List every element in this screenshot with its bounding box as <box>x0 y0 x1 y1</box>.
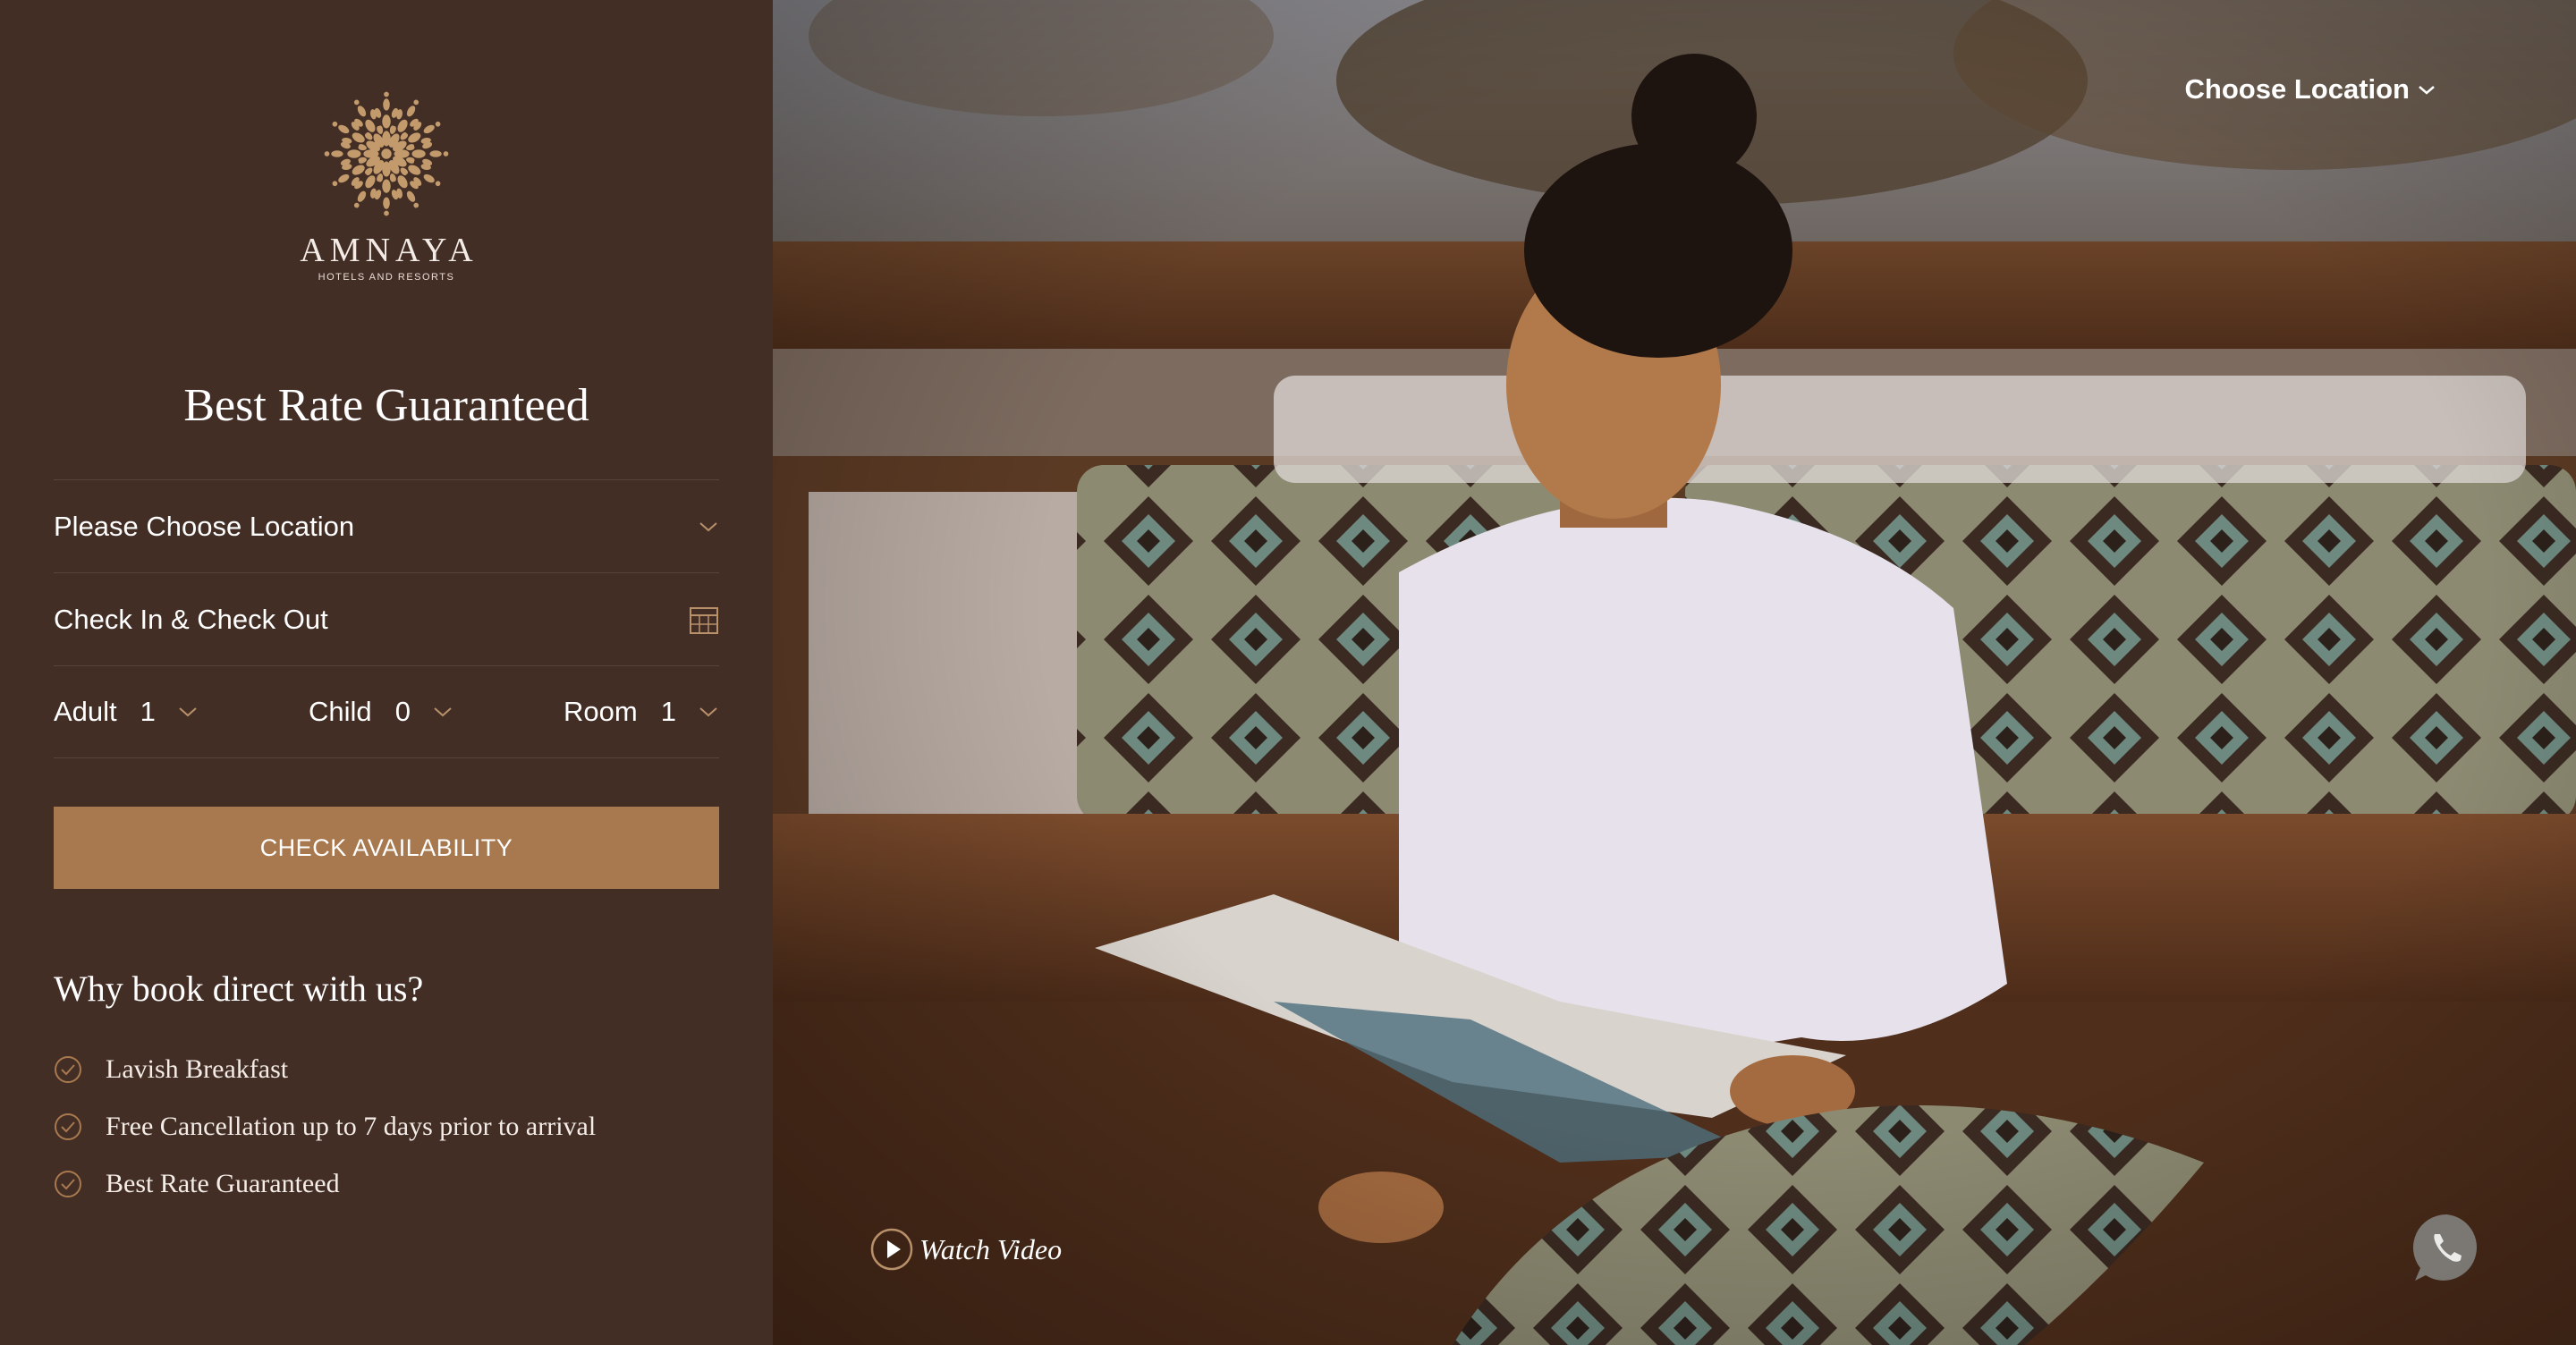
benefit-item: Lavish Breakfast <box>54 1041 596 1098</box>
benefit-text: Lavish Breakfast <box>106 1054 289 1084</box>
child-value: 0 <box>394 696 411 727</box>
guest-selectors: Adult 1 Child 0 Room 1 <box>54 696 719 728</box>
check-availability-button[interactable]: CHECK AVAILABILITY <box>54 807 719 889</box>
booking-headline: Best Rate Guaranteed <box>183 380 589 431</box>
chevron-down-icon <box>699 707 717 717</box>
mandala-logo-icon <box>324 91 449 216</box>
benefit-item: Free Cancellation up to 7 days prior to … <box>54 1098 596 1155</box>
check-circle-icon <box>55 1056 81 1083</box>
brand-logo[interactable]: AMNAYA HOTELS AND RESORTS <box>0 86 773 283</box>
child-label: Child <box>309 696 372 727</box>
chevron-down-icon <box>434 707 452 717</box>
benefits-list: Lavish Breakfast Free Cancellation up to… <box>54 1041 596 1213</box>
room-label: Room <box>564 696 638 727</box>
hero-photo <box>773 0 2576 1345</box>
watch-video-button[interactable]: Watch Video <box>869 1227 1062 1272</box>
benefit-text: Best Rate Guaranteed <box>106 1169 340 1198</box>
watch-video-label: Watch Video <box>919 1232 1063 1265</box>
whatsapp-icon[interactable] <box>2410 1211 2483 1284</box>
child-select[interactable]: Child 0 <box>309 696 453 728</box>
booking-panel: AMNAYA HOTELS AND RESORTS Best Rate Guar… <box>0 0 773 1345</box>
check-circle-icon <box>55 1113 81 1140</box>
check-circle-icon <box>55 1171 81 1197</box>
why-book-title: Why book direct with us? <box>54 969 424 1009</box>
room-value: 1 <box>660 696 676 727</box>
guests-row: Adult 1 Child 0 Room 1 <box>54 665 719 758</box>
room-select[interactable]: Room 1 <box>564 696 719 728</box>
play-circle-icon <box>870 1228 913 1271</box>
choose-location-label: Choose Location <box>2184 73 2410 105</box>
brand-tagline: HOTELS AND RESORTS <box>318 272 455 283</box>
adult-value: 1 <box>140 696 156 727</box>
booking-form: Please Choose Location Check In & Check … <box>54 479 719 758</box>
adult-select[interactable]: Adult 1 <box>54 696 199 728</box>
hero-image: Choose Location Watch Video <box>773 0 2576 1345</box>
chevron-down-icon <box>179 707 197 717</box>
brand-name: AMNAYA <box>300 232 479 269</box>
location-select-label: Please Choose Location <box>54 510 355 542</box>
calendar-icon <box>690 606 718 634</box>
benefit-text: Free Cancellation up to 7 days prior to … <box>106 1112 597 1141</box>
chevron-down-icon <box>699 521 717 531</box>
page: AMNAYA HOTELS AND RESORTS Best Rate Guar… <box>0 0 2576 1345</box>
date-range-picker[interactable]: Check In & Check Out <box>54 572 719 665</box>
choose-location-dropdown[interactable]: Choose Location <box>2185 73 2436 106</box>
benefit-item: Best Rate Guaranteed <box>54 1155 596 1213</box>
location-select[interactable]: Please Choose Location <box>54 479 719 572</box>
adult-label: Adult <box>54 696 117 727</box>
date-range-label: Check In & Check Out <box>54 603 328 635</box>
chevron-down-icon <box>2419 86 2435 95</box>
